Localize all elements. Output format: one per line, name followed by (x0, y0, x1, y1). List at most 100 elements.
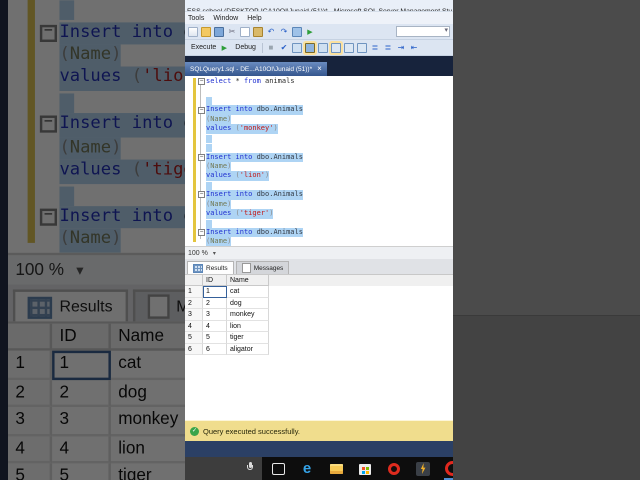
code-line[interactable]: (Name) (185, 199, 453, 210)
copy-icon[interactable] (240, 26, 250, 37)
database-icon[interactable] (343, 42, 354, 53)
open-file-icon[interactable] (201, 26, 211, 37)
list2-icon[interactable] (383, 43, 393, 53)
execute-button[interactable]: Execute (191, 44, 216, 51)
row-number-cell[interactable]: 5 (185, 332, 203, 344)
code-line[interactable]: values ('monkey') (185, 124, 453, 134)
query-tab[interactable]: SQLQuery1.sql - DE...A10OI\Junaid (51))*… (185, 62, 327, 76)
results-tab-strip: Results Messages (185, 259, 453, 274)
row-number-cell[interactable]: 4 (185, 320, 203, 332)
code-text (206, 134, 212, 143)
code-line[interactable] (185, 134, 453, 143)
id-cell[interactable]: 5 (203, 332, 227, 344)
title-bar[interactable]: ESS.school (DESKTOP-ICA10OI\Junaid (51))… (185, 0, 453, 12)
code-line[interactable]: (Name) (185, 161, 453, 172)
fold-collapse-icon[interactable]: − (198, 78, 205, 86)
task-view-icon[interactable] (270, 461, 286, 477)
menu-item-window[interactable]: Window (213, 15, 238, 22)
grid-header-name[interactable]: Name (227, 275, 269, 286)
row-number-cell[interactable]: 2 (185, 297, 203, 309)
name-cell[interactable]: monkey (227, 309, 269, 321)
code-line[interactable]: − Insert into dbo.Animals (185, 228, 453, 238)
database-highlight-icon[interactable] (330, 42, 341, 53)
code-line[interactable]: values ('lion') (185, 171, 453, 181)
grid-header-id[interactable]: ID (203, 275, 227, 286)
code-line[interactable] (185, 181, 453, 191)
code-line[interactable]: − select * from animals (185, 77, 453, 86)
menu-bar: Tools Window Help (185, 12, 453, 24)
name-cell[interactable]: lion (227, 320, 269, 332)
file-explorer-icon[interactable] (328, 461, 344, 477)
fold-collapse-icon[interactable]: − (198, 191, 205, 199)
paste-icon[interactable] (253, 26, 263, 37)
debug-play-icon[interactable] (219, 43, 229, 53)
menu-item-tools[interactable]: Tools (188, 15, 204, 22)
parse-check-icon[interactable] (279, 43, 289, 53)
code-text: values ('lion') (206, 171, 270, 181)
id-cell[interactable]: 3 (203, 309, 227, 321)
code-line[interactable] (185, 86, 453, 95)
row-number-cell[interactable]: 6 (185, 343, 203, 355)
row-number-cell[interactable]: 3 (185, 309, 203, 321)
undo-icon[interactable] (266, 27, 276, 37)
save-results-highlight-icon[interactable] (304, 42, 315, 53)
name-cell[interactable]: dog (227, 297, 269, 309)
tab-messages[interactable]: Messages (235, 261, 290, 274)
taskbar-search[interactable] (185, 457, 262, 480)
indent-icon[interactable] (396, 43, 406, 53)
code-line[interactable] (185, 219, 453, 228)
query-tab-label: SQLQuery1.sql - DE...A10OI\Junaid (51))* (190, 65, 313, 73)
save-icon[interactable] (214, 26, 224, 37)
fold-collapse-icon[interactable]: − (198, 153, 205, 161)
code-line[interactable]: − Insert into dbo.Animals (185, 190, 453, 200)
code-line[interactable]: (Name) (185, 237, 453, 246)
navigate-icon[interactable] (292, 26, 302, 37)
microphone-icon[interactable] (246, 462, 254, 475)
menu-item-help[interactable]: Help (247, 15, 261, 22)
toolbar-row2-icons (266, 42, 422, 53)
start-icon[interactable] (305, 27, 315, 37)
code-line[interactable] (185, 96, 453, 106)
sql-editor[interactable]: − select * from animals − Insert into dbo.A… (185, 76, 453, 246)
results-grid-icon[interactable] (291, 42, 302, 53)
outdent-icon[interactable] (409, 43, 419, 53)
list-icon[interactable] (370, 43, 380, 53)
export-icon[interactable] (317, 42, 328, 53)
success-check-icon (190, 426, 199, 436)
id-cell[interactable]: 6 (203, 343, 227, 355)
id-cell[interactable]: 1 (203, 286, 227, 298)
stop-icon[interactable] (266, 43, 276, 53)
database-combo[interactable] (396, 26, 450, 37)
edge-icon[interactable] (299, 461, 315, 477)
name-cell[interactable]: aligator (227, 343, 269, 355)
fold-collapse-icon[interactable]: − (198, 229, 205, 237)
id-cell[interactable]: 2 (203, 297, 227, 309)
code-line[interactable]: − Insert into dbo.Animals (185, 152, 453, 162)
grid-corner-cell[interactable] (185, 275, 203, 286)
redo-icon[interactable] (279, 27, 289, 37)
ms-store-icon[interactable] (357, 461, 373, 477)
lightning-app-icon[interactable] (415, 461, 431, 477)
row-number-cell[interactable]: 1 (185, 286, 203, 298)
code-line[interactable]: values ('tiger') (185, 209, 453, 219)
chevron-down-icon[interactable]: ▾ (213, 250, 216, 257)
cut-icon[interactable] (227, 27, 237, 37)
debug-button[interactable]: Debug (235, 44, 256, 51)
name-cell[interactable]: cat (227, 286, 269, 298)
new-query-icon[interactable] (188, 26, 198, 37)
id-cell[interactable]: 4 (203, 320, 227, 332)
red-ring-app-icon[interactable] (386, 461, 402, 477)
document-tab-strip: SQLQuery1.sql - DE...A10OI\Junaid (51))*… (185, 56, 453, 76)
fold-collapse-icon[interactable]: − (198, 106, 205, 114)
code-line[interactable]: − Insert into dbo.Animals (185, 105, 453, 115)
zoom-level[interactable]: 100 % (188, 250, 208, 257)
code-text: select * from animals (206, 77, 295, 85)
code-line[interactable] (185, 143, 453, 153)
red-app-partial-icon[interactable] (444, 461, 453, 477)
database2-icon[interactable] (356, 42, 367, 53)
tab-results[interactable]: Results (187, 261, 234, 274)
name-cell[interactable]: tiger (227, 332, 269, 344)
close-icon[interactable]: × (317, 65, 322, 73)
code-line[interactable]: (Name) (185, 114, 453, 125)
results-grid[interactable]: ID Name 1 1 cat 2 2 dog 3 3 monkey 4 4 lion 5 5 tiger 6… (185, 274, 453, 420)
